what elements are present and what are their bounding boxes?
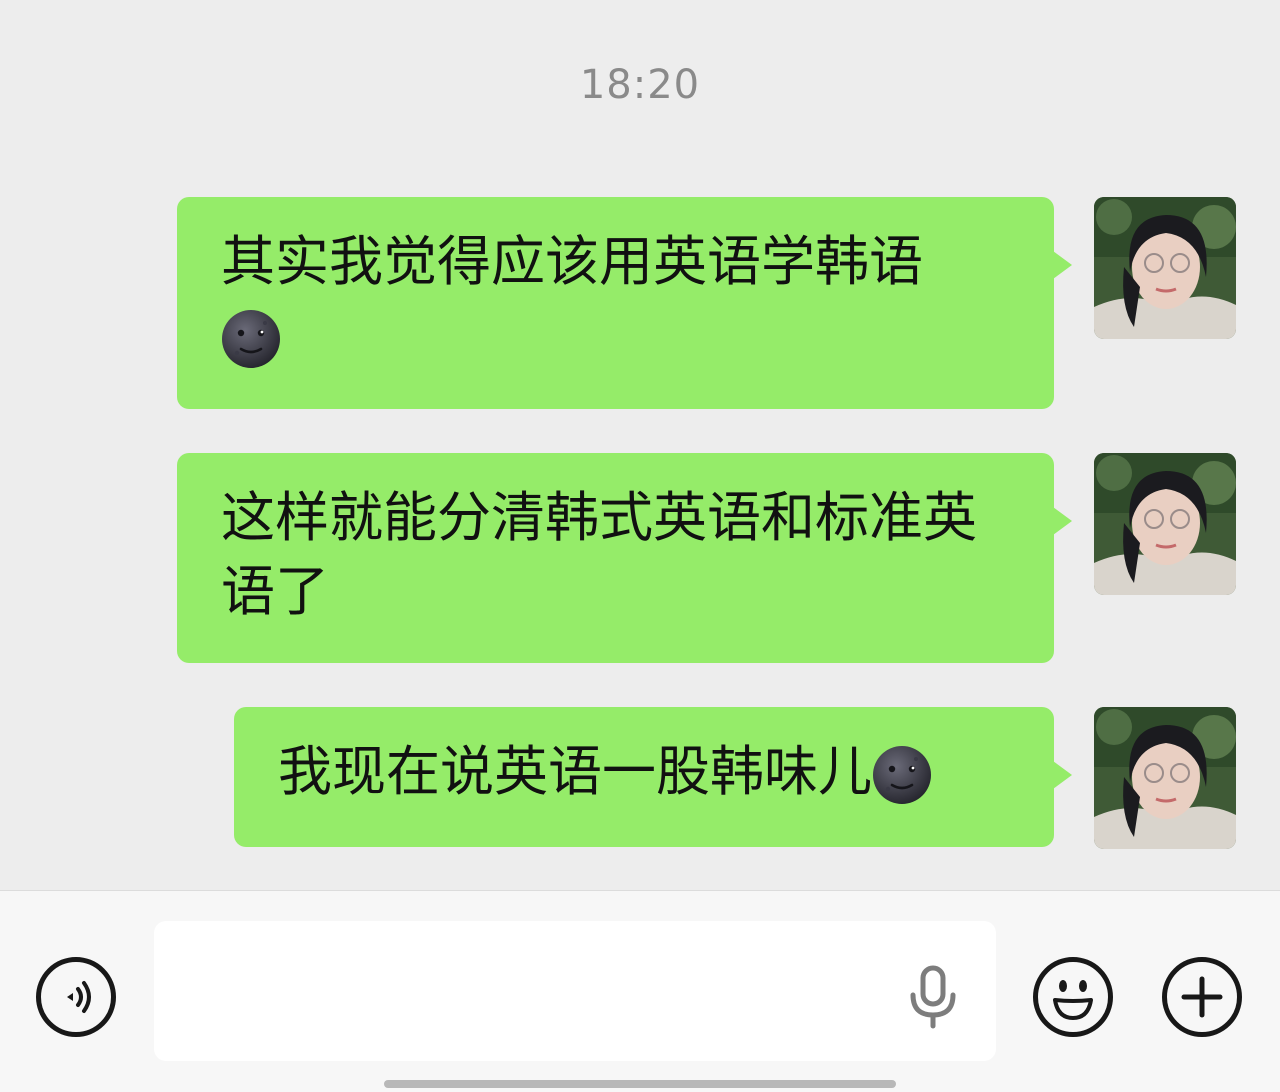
home-indicator[interactable]	[384, 1080, 896, 1088]
voice-mode-button[interactable]	[36, 957, 116, 1037]
chat-screen: 18:20 其实我觉得应该用英语学韩语 这样就能分清韩式英语和标准英语了 我现在…	[0, 0, 1280, 1092]
message-row: 其实我觉得应该用英语学韩语	[177, 197, 1236, 409]
message-text: 这样就能分清韩式英语和标准英语了	[221, 486, 977, 623]
more-options-button[interactable]	[1162, 957, 1242, 1037]
smiley-face-icon	[1053, 980, 1093, 1020]
avatar[interactable]	[1094, 453, 1236, 595]
message-bubble[interactable]: 其实我觉得应该用英语学韩语	[177, 197, 1072, 409]
message-timestamp: 18:20	[579, 62, 701, 108]
avatar[interactable]	[1094, 197, 1236, 339]
new-moon-face-emoji-icon	[873, 746, 931, 805]
input-bar	[0, 890, 1280, 1092]
message-text: 我现在说英语一股韩味儿	[278, 740, 872, 803]
message-row: 这样就能分清韩式英语和标准英语了	[177, 453, 1236, 663]
message-input[interactable]	[154, 921, 996, 1061]
emoji-button[interactable]	[1033, 957, 1113, 1037]
microphone-icon[interactable]	[905, 965, 961, 1029]
plus-icon	[1181, 976, 1223, 1018]
new-moon-face-emoji-icon	[222, 310, 280, 369]
message-text: 其实我觉得应该用英语学韩语	[221, 230, 923, 293]
message-bubble[interactable]: 我现在说英语一股韩味儿	[234, 707, 1072, 847]
avatar[interactable]	[1094, 707, 1236, 849]
voice-mode-icon	[67, 981, 91, 1013]
message-row: 我现在说英语一股韩味儿	[234, 707, 1236, 849]
message-bubble[interactable]: 这样就能分清韩式英语和标准英语了	[177, 453, 1072, 663]
